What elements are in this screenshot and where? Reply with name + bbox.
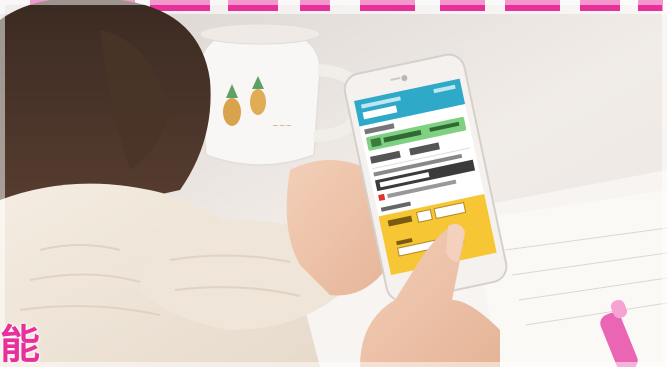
caption-character: 能 [0, 322, 40, 367]
photo-scene: ~~~ 能 [0, 0, 667, 367]
photo-illustration: ~~~ [0, 0, 667, 367]
svg-text:~~~: ~~~ [272, 121, 292, 130]
